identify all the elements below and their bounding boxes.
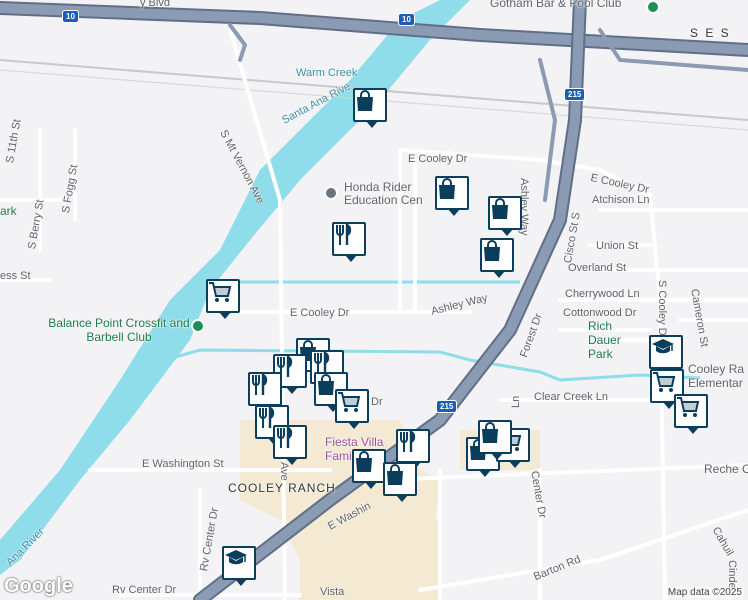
- label-park-fragment: ark: [0, 204, 17, 218]
- map-pin-school[interactable]: [222, 546, 256, 586]
- label-e-cooley-dr: E Cooley Dr: [408, 153, 468, 165]
- map-pin-grocery[interactable]: [206, 279, 240, 319]
- google-logo: Google: [4, 575, 73, 597]
- label-vista: Vista: [320, 586, 345, 598]
- label-cooley-ranch-elementary: Cooley Ra Elementar: [688, 362, 745, 390]
- poi-bar-marker[interactable]: [646, 0, 660, 14]
- map-pin-shopping[interactable]: [383, 462, 417, 502]
- label-gotham-bar: Gotham Bar & Pool Club: [490, 0, 622, 10]
- map-pin-grocery[interactable]: [335, 389, 369, 429]
- label-cherrywood-ln: Cherrywood Ln: [565, 288, 640, 300]
- map-pin-grocery[interactable]: [674, 394, 708, 434]
- i10-shield: 10: [398, 13, 415, 26]
- label-atchison-ln: Atchison Ln: [592, 194, 650, 206]
- label-cooley-ranch: COOLEY RANCH: [228, 481, 336, 495]
- label-rich-dauer-park: Rich Dauer Park: [588, 319, 621, 361]
- i10-shield: 10: [62, 10, 79, 23]
- label-dr-fragment: Dr: [371, 396, 383, 408]
- label-union-st: Union St: [596, 240, 639, 252]
- map-pin-shopping[interactable]: [488, 196, 522, 236]
- map-pin-restaurant[interactable]: [273, 425, 307, 465]
- label-cinde-fragment: Cinde: [726, 560, 738, 589]
- map-pin-shopping[interactable]: [352, 449, 386, 489]
- label-ess-st: ess St: [0, 270, 31, 282]
- label-reche-canyon: Reche Ca: [704, 462, 748, 476]
- map-pin-restaurant[interactable]: [248, 372, 282, 412]
- label-cottonwood-dr: Cottonwood Dr: [563, 307, 637, 319]
- label-valley-blvd: y Blvd: [140, 0, 170, 9]
- label-honda-rider: Honda Rider Education Cen: [344, 180, 423, 207]
- map-pin-shopping[interactable]: [480, 238, 514, 278]
- label-s-cooley-dr: S Cooley Dr: [656, 280, 668, 340]
- map-attribution[interactable]: Map data ©2025: [665, 587, 744, 598]
- label-ses: S E S: [690, 26, 731, 40]
- label-e-washington-st: E Washington St: [142, 458, 224, 470]
- map-pin-restaurant[interactable]: [396, 429, 430, 469]
- poi-education-marker[interactable]: [324, 186, 338, 200]
- map-pin-restaurant[interactable]: [332, 222, 366, 262]
- label-warm-creek: Warm Creek: [296, 67, 358, 79]
- i215-shield: 215: [564, 88, 586, 101]
- label-ln-fragment: Ln: [510, 395, 522, 408]
- label-overland-st: Overland St: [568, 262, 627, 274]
- map-pin-school[interactable]: [649, 335, 683, 375]
- map-pin-shopping[interactable]: [478, 420, 512, 460]
- i215-shield: 215: [436, 400, 458, 413]
- map-pin-shopping[interactable]: [353, 88, 387, 128]
- label-clear-creek-ln: Clear Creek Ln: [534, 391, 608, 403]
- map-canvas[interactable]: 10 10 215 215 Gotham Bar & Pool Club War…: [0, 0, 748, 600]
- label-balance-point: Balance Point Crossfit and Barbell Club: [48, 316, 190, 344]
- map-pin-shopping[interactable]: [435, 176, 469, 216]
- label-e-cooley-dr: E Cooley Dr: [290, 307, 350, 319]
- label-rv-center-dr: Rv Center Dr: [112, 584, 177, 596]
